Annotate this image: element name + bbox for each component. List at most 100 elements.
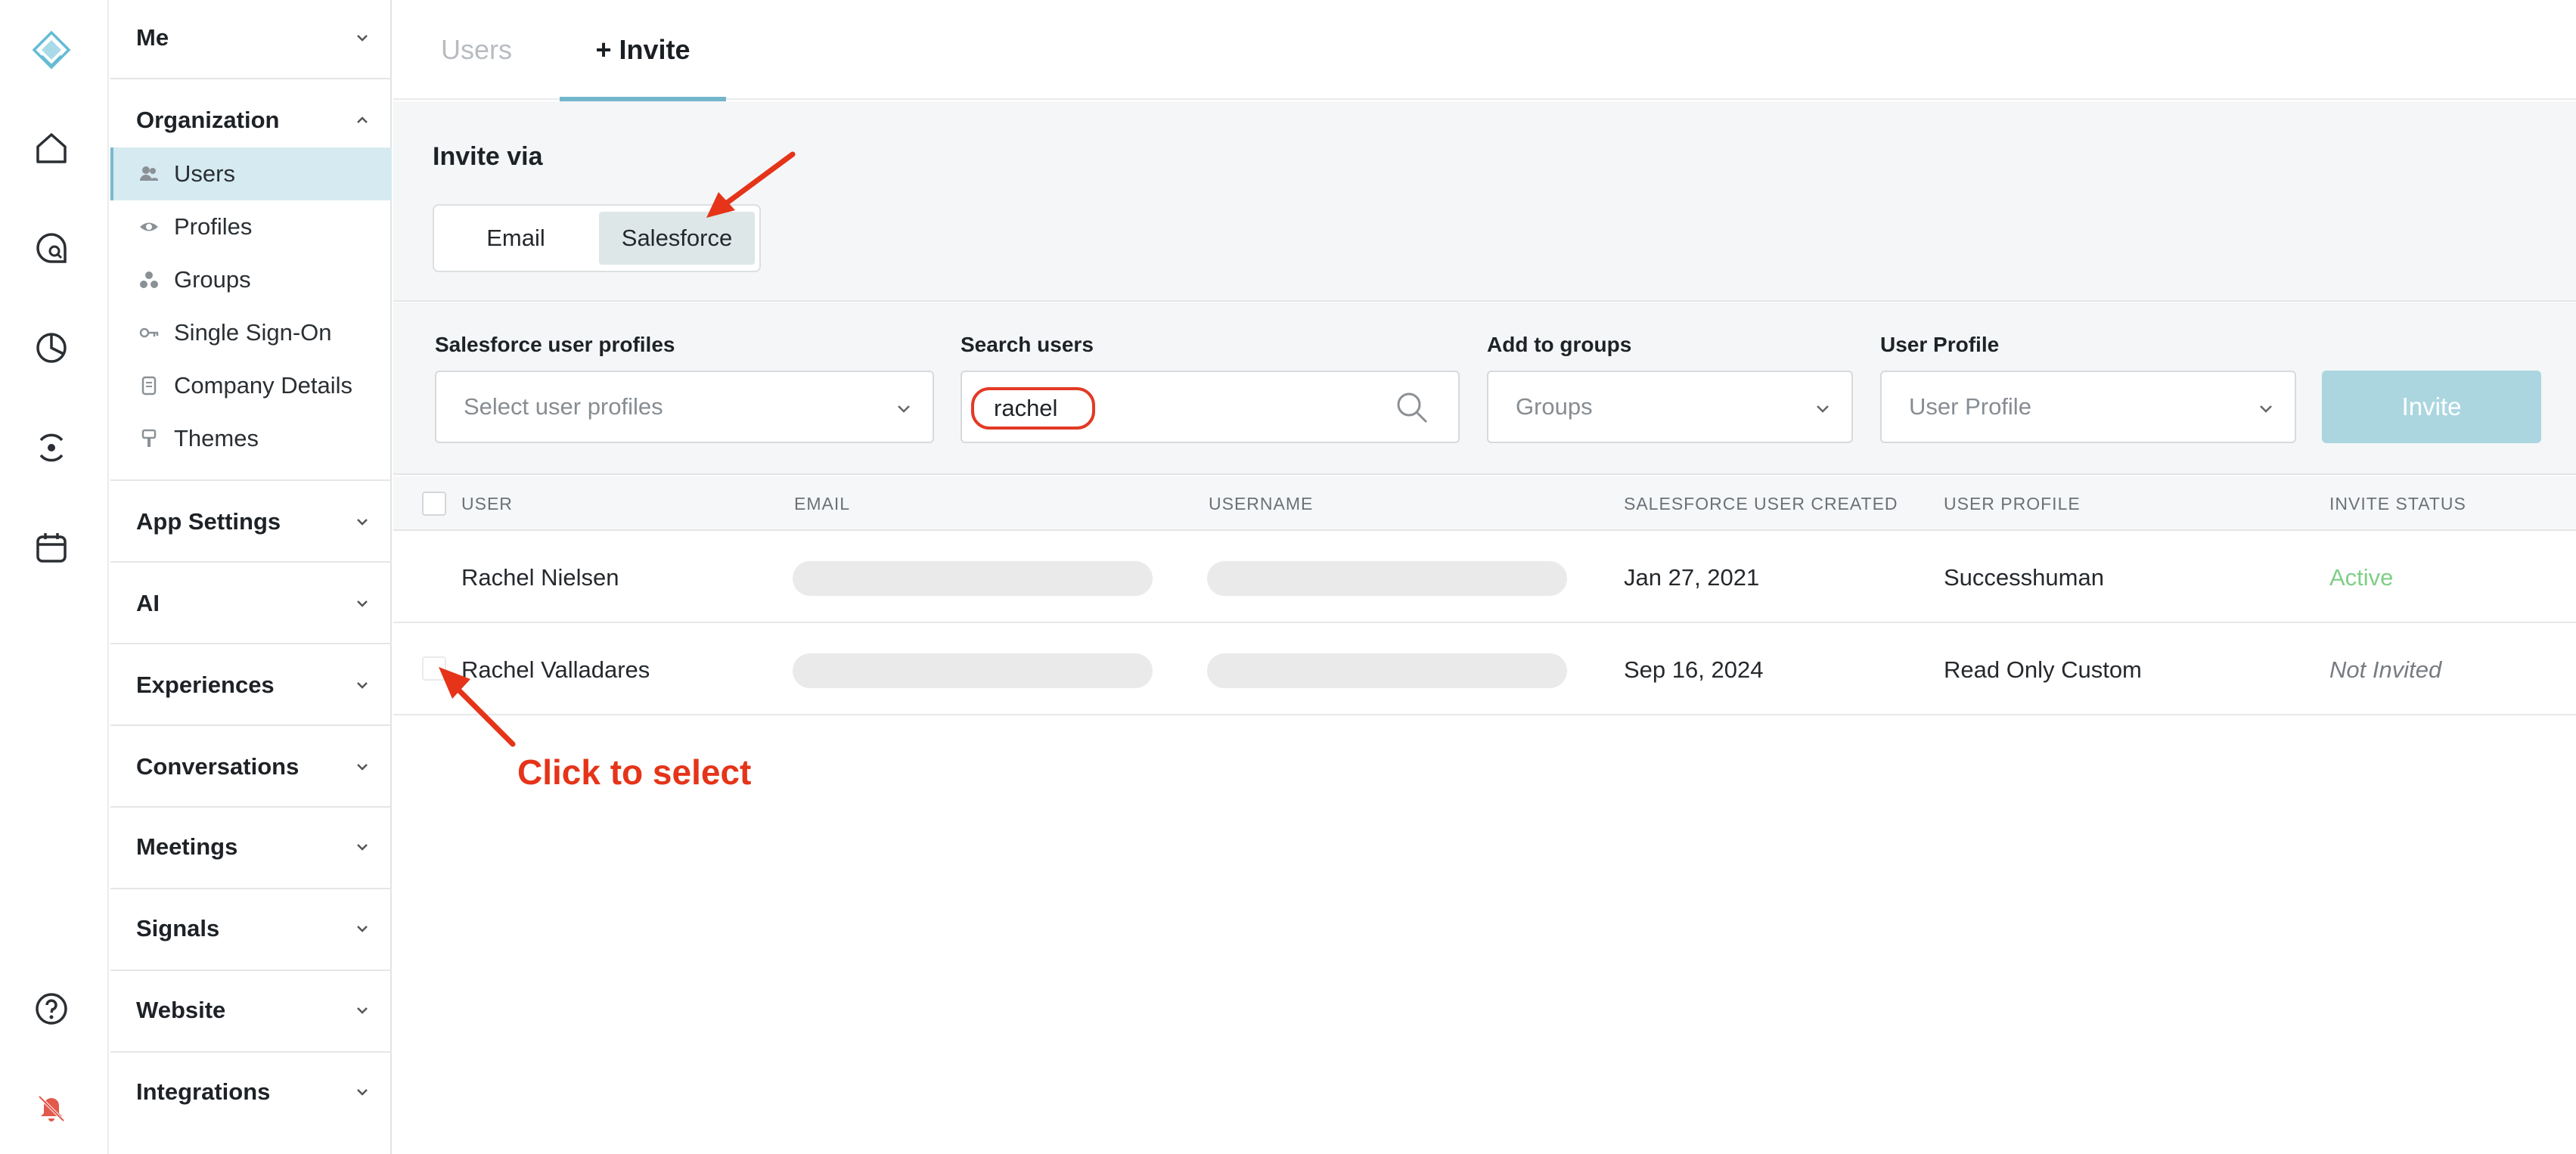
sf-profiles-select[interactable]: Select user profiles bbox=[435, 371, 934, 443]
calendar-icon[interactable] bbox=[27, 523, 76, 572]
nav-section-meetings[interactable]: Meetings bbox=[110, 823, 392, 871]
tab-bar: Users + Invite bbox=[393, 0, 2576, 101]
chevron-down-icon bbox=[2260, 405, 2272, 413]
invite-via-title: Invite via bbox=[433, 142, 543, 171]
sidebar-item-themes[interactable]: Themes bbox=[110, 412, 392, 465]
table-header: USER EMAIL USERNAME SALESFORCE USER CREA… bbox=[393, 476, 2576, 531]
tab-invite[interactable]: + Invite bbox=[560, 0, 726, 101]
invite-via-email-option[interactable]: Email bbox=[440, 212, 591, 265]
nav-section-website[interactable]: Website bbox=[110, 986, 392, 1035]
nav-section-signals[interactable]: Signals bbox=[110, 904, 392, 953]
nav-section-me[interactable]: Me bbox=[110, 14, 392, 62]
column-header-email[interactable]: EMAIL bbox=[794, 476, 850, 531]
user-profile-placeholder: User Profile bbox=[1909, 393, 2031, 420]
sidebar-item-label: Themes bbox=[174, 425, 259, 451]
search-users-input[interactable]: rachel bbox=[961, 371, 1460, 443]
invite-status: Active bbox=[2329, 564, 2394, 591]
redacted-email bbox=[793, 561, 1153, 596]
add-groups-label: Add to groups bbox=[1487, 333, 1632, 356]
chevron-down-icon bbox=[1817, 405, 1829, 413]
app-logo-icon[interactable] bbox=[27, 26, 76, 74]
user-profile-select[interactable]: User Profile bbox=[1880, 371, 2296, 443]
help-icon[interactable] bbox=[27, 985, 76, 1033]
filter-bar: Salesforce user profiles Select user pro… bbox=[393, 302, 2576, 475]
nav-section-label: Me bbox=[136, 24, 169, 51]
divider bbox=[110, 1051, 392, 1053]
home-icon[interactable] bbox=[27, 124, 76, 172]
tab-users[interactable]: Users bbox=[393, 0, 560, 100]
chevron-down-icon bbox=[357, 600, 368, 607]
chevron-down-icon bbox=[357, 764, 368, 771]
sf-profiles-placeholder: Select user profiles bbox=[464, 393, 663, 420]
chevron-down-icon bbox=[357, 844, 368, 851]
nav-section-label: Integrations bbox=[136, 1078, 271, 1105]
settings-sidebar: Me Organization Users Profiles Groups Si… bbox=[110, 0, 392, 1154]
table-row[interactable]: Rachel Valladares Sep 16, 2024 Read Only… bbox=[393, 625, 2576, 715]
chevron-down-icon bbox=[898, 405, 910, 413]
sidebar-item-company-details[interactable]: Company Details bbox=[110, 359, 392, 412]
analytics-icon[interactable] bbox=[27, 324, 76, 372]
notifications-off-icon[interactable] bbox=[27, 1083, 76, 1131]
nav-section-integrations[interactable]: Integrations bbox=[110, 1068, 392, 1116]
nav-section-app-settings[interactable]: App Settings bbox=[110, 498, 392, 546]
chevron-down-icon bbox=[357, 926, 368, 932]
search-value-highlight: rachel bbox=[971, 387, 1095, 430]
redacted-username bbox=[1207, 653, 1567, 688]
nav-section-label: Conversations bbox=[136, 753, 299, 780]
created-date: Jan 27, 2021 bbox=[1624, 564, 1760, 591]
column-header-user[interactable]: USER bbox=[461, 476, 513, 531]
column-header-username[interactable]: USERNAME bbox=[1209, 476, 1313, 531]
chat-search-icon[interactable] bbox=[27, 224, 76, 272]
key-icon bbox=[138, 321, 160, 344]
divider bbox=[110, 78, 392, 79]
groups-select[interactable]: Groups bbox=[1487, 371, 1853, 443]
chevron-down-icon bbox=[357, 1007, 368, 1014]
nav-section-organization[interactable]: Organization bbox=[110, 96, 392, 144]
nav-section-label: App Settings bbox=[136, 508, 281, 535]
chevron-up-icon bbox=[357, 116, 368, 123]
nav-section-label: Organization bbox=[136, 107, 280, 133]
sidebar-item-users[interactable]: Users bbox=[110, 147, 392, 200]
groups-placeholder: Groups bbox=[1516, 393, 1593, 420]
sidebar-item-groups[interactable]: Groups bbox=[110, 253, 392, 306]
column-header-profile[interactable]: USER PROFILE bbox=[1944, 476, 2081, 531]
divider bbox=[110, 969, 392, 971]
nav-section-ai[interactable]: AI bbox=[110, 579, 392, 628]
user-profile: Read Only Custom bbox=[1944, 656, 2142, 683]
invite-status: Not Invited bbox=[2329, 656, 2442, 683]
users-icon bbox=[138, 163, 160, 185]
invite-button[interactable]: Invite bbox=[2322, 371, 2541, 443]
sidebar-item-sso[interactable]: Single Sign-On bbox=[110, 306, 392, 359]
nav-section-label: Meetings bbox=[136, 833, 238, 860]
divider bbox=[110, 888, 392, 889]
column-header-created[interactable]: SALESFORCE USER CREATED bbox=[1624, 476, 1898, 531]
chevron-down-icon bbox=[357, 519, 368, 526]
annotation-arrow-salesforce bbox=[706, 151, 796, 218]
divider bbox=[110, 479, 392, 481]
nav-section-label: Website bbox=[136, 997, 226, 1023]
annotation-arrow-checkbox bbox=[439, 667, 516, 747]
groups-icon bbox=[138, 268, 160, 291]
chevron-down-icon bbox=[357, 1089, 368, 1096]
document-icon bbox=[138, 374, 160, 397]
eye-icon bbox=[138, 216, 160, 238]
nav-section-conversations[interactable]: Conversations bbox=[110, 743, 392, 791]
redacted-email bbox=[793, 653, 1153, 688]
sf-profiles-label: Salesforce user profiles bbox=[435, 333, 675, 356]
signals-icon[interactable] bbox=[27, 423, 76, 472]
search-value: rachel bbox=[994, 395, 1058, 421]
chevron-down-icon bbox=[357, 35, 368, 42]
user-profile-label: User Profile bbox=[1880, 333, 2000, 356]
created-date: Sep 16, 2024 bbox=[1624, 656, 1764, 683]
sidebar-item-profiles[interactable]: Profiles bbox=[110, 200, 392, 253]
nav-section-experiences[interactable]: Experiences bbox=[110, 661, 392, 709]
divider bbox=[110, 561, 392, 563]
select-all-checkbox[interactable] bbox=[422, 492, 446, 516]
sidebar-item-label: Company Details bbox=[174, 372, 353, 399]
search-icon[interactable] bbox=[1395, 390, 1429, 425]
icon-rail bbox=[0, 0, 109, 1154]
chevron-down-icon bbox=[357, 682, 368, 689]
divider bbox=[110, 643, 392, 644]
table-row[interactable]: Rachel Nielsen Jan 27, 2021 Successhuman… bbox=[393, 532, 2576, 623]
column-header-status[interactable]: INVITE STATUS bbox=[2329, 476, 2466, 531]
